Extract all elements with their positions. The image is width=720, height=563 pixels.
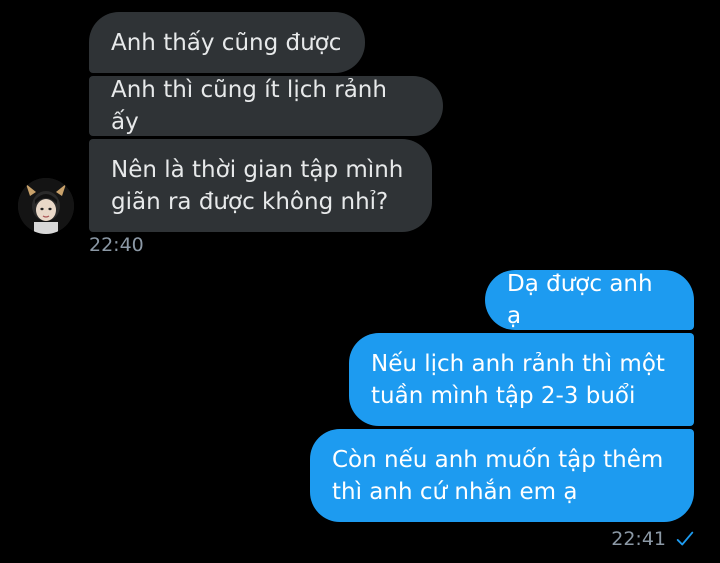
outgoing-message-bubble[interactable]: Còn nếu anh muốn tập thêm thì anh cứ nhắ… [310,429,694,522]
message-text: Anh thấy cũng được [111,29,342,56]
avatar-image [18,178,74,234]
outgoing-message-bubble[interactable]: Nếu lịch anh rảnh thì một tuần mình tập … [349,333,694,426]
message-text: Nếu lịch anh rảnh thì một tuần mình tập … [371,350,665,409]
incoming-message-bubble[interactable]: Nên là thời gian tập mình giãn ra được k… [89,139,432,232]
message-timestamp: 22:40 [89,234,144,256]
incoming-message-bubble[interactable]: Anh thì cũng ít lịch rảnh ấy [89,76,443,136]
message-timestamp: 22:41 [611,528,666,550]
checkmark-icon [676,531,694,546]
message-text: Anh thì cũng ít lịch rảnh ấy [111,77,387,135]
outgoing-message-bubble[interactable]: Dạ được anh ạ [485,270,694,330]
message-text: Nên là thời gian tập mình giãn ra được k… [111,156,404,215]
message-text: Còn nếu anh muốn tập thêm thì anh cứ nhắ… [332,446,664,505]
outgoing-status: 22:41 [611,528,696,550]
avatar[interactable] [18,178,74,234]
message-text: Dạ được anh ạ [507,271,653,329]
incoming-message-bubble[interactable]: Anh thấy cũng được [89,12,365,73]
